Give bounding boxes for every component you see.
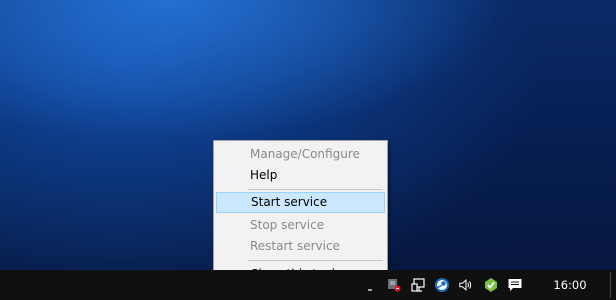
menu-item-stop-service[interactable]: Stop service (216, 215, 385, 236)
menu-separator (248, 260, 383, 261)
update-icon[interactable] (483, 277, 499, 293)
volume-icon[interactable] (458, 277, 474, 293)
menu-item-manage-configure[interactable]: Manage/Configure (216, 144, 385, 165)
service-tray-icon[interactable] (386, 277, 402, 293)
tray-overflow-indicator (368, 289, 372, 291)
taskbar (0, 270, 616, 300)
menu-item-restart-service[interactable]: Restart service (216, 236, 385, 257)
action-center-icon[interactable] (507, 277, 523, 293)
menu-separator (248, 189, 383, 190)
context-menu: Manage/Configure Help Start service Stop… (213, 140, 388, 286)
network-icon[interactable] (411, 277, 427, 293)
menu-item-help[interactable]: Help (216, 165, 385, 186)
show-desktop-button[interactable] (610, 272, 611, 298)
steam-icon[interactable] (434, 277, 450, 293)
taskbar-clock[interactable]: 16:00 (553, 277, 587, 293)
menu-item-start-service[interactable]: Start service (216, 192, 385, 213)
